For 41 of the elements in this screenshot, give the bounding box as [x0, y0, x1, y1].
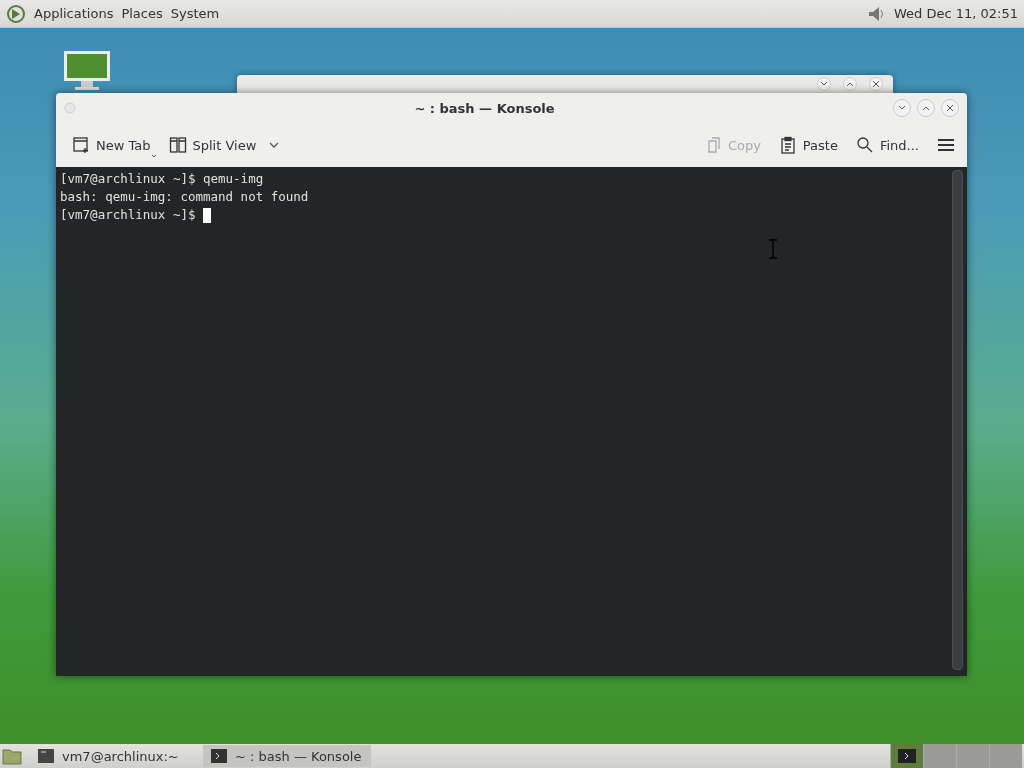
workspace-button[interactable] [890, 744, 923, 768]
minimize-button[interactable] [817, 77, 831, 91]
paste-button[interactable]: Paste [776, 132, 840, 158]
find-button[interactable]: Find... [853, 132, 921, 158]
panel-menu[interactable]: Applications [34, 4, 114, 23]
panel-menu[interactable]: Places [121, 4, 163, 23]
new-tab-button[interactable]: New Tab [70, 132, 153, 158]
terminal-icon [38, 749, 54, 763]
split-button[interactable]: Split View [166, 132, 283, 158]
terminal-line: [vm7@archlinux ~]$ [60, 206, 948, 224]
scrollbar[interactable] [952, 170, 963, 670]
menu-icon [937, 138, 955, 152]
caret-icon [150, 154, 157, 158]
terminal-line: [vm7@archlinux ~]$ qemu-img [60, 170, 265, 188]
terminal-line: bash: qemu-img: command not found [60, 188, 310, 206]
logo-icon [6, 3, 26, 24]
close-button[interactable] [869, 77, 883, 91]
chevron-up-icon [922, 104, 930, 112]
new-tab-icon [72, 136, 90, 154]
caret-icon [268, 141, 281, 149]
taskbar-button[interactable]: ~ : bash — Konsole [203, 745, 372, 767]
folder-icon[interactable] [2, 747, 22, 765]
close-button[interactable] [941, 99, 959, 117]
computer-icon[interactable] [63, 50, 111, 92]
terminal-icon [211, 749, 227, 763]
split-view-icon [168, 136, 187, 154]
close-icon [872, 80, 880, 88]
chevron-up-icon [846, 80, 854, 88]
clock[interactable]: Wed Dec 11, 02:51 [893, 6, 1018, 21]
chevron-down-icon [820, 80, 828, 88]
clipboard-icon [778, 136, 797, 154]
close-icon [946, 104, 954, 112]
search-icon [855, 136, 874, 154]
maximize-button[interactable] [843, 77, 857, 91]
terminal-icon [898, 749, 916, 763]
window-title: ~ : bash — Konsole [413, 100, 556, 116]
taskbar-button[interactable]: vm7@archlinux:~ [30, 745, 195, 767]
chevron-down-icon [898, 104, 906, 112]
i-beam-cursor-icon [768, 239, 778, 259]
terminal[interactable]: [vm7@archlinux ~]$ qemu-img bash: qemu-img: command not found [vm7@archlinux ~]$ [56, 167, 967, 676]
panel-menu[interactable]: System [170, 4, 220, 23]
